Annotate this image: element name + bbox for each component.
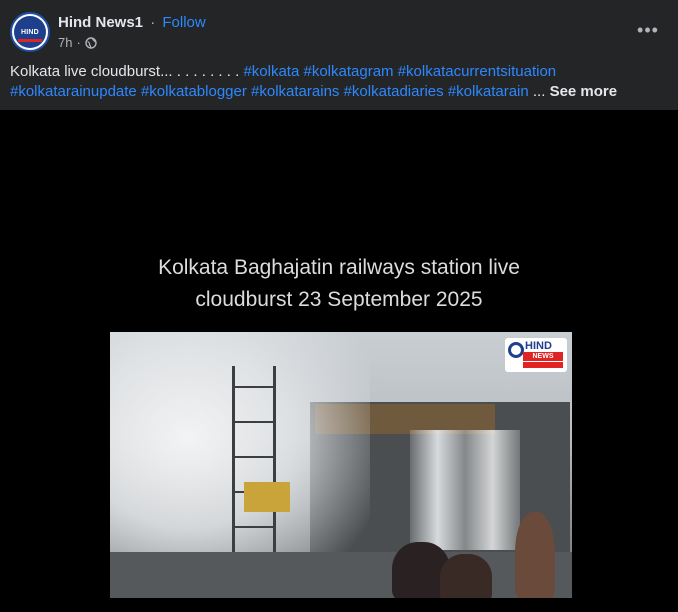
avatar-logo-stripe: [18, 39, 42, 42]
caption-text: Kolkata live cloudburst... . . . . . . .…: [10, 63, 244, 80]
video-scene-yellow-panel: [244, 482, 290, 512]
more-options-button[interactable]: •••: [634, 16, 662, 44]
watermark-stripe: [523, 362, 563, 368]
watermark-brand: HIND: [525, 340, 552, 352]
author-avatar[interactable]: HIND: [10, 12, 50, 52]
video-overlay-title: Kolkata Baghajatin railways station live…: [0, 252, 678, 316]
separator-dot: ·: [150, 14, 156, 31]
hashtag-link[interactable]: #kolkatarainupdate: [10, 83, 137, 100]
see-more-button[interactable]: See more: [550, 83, 618, 100]
avatar-logo: HIND: [14, 16, 46, 48]
globe-icon: [85, 36, 97, 49]
video-title-line-2: cloudburst 23 September 2025: [195, 288, 483, 311]
post-meta: 7h ·: [58, 35, 97, 50]
video-title-line-1: Kolkata Baghajatin railways station live: [158, 256, 520, 279]
video-frame[interactable]: HIND NEWS: [110, 332, 572, 598]
follow-button[interactable]: Follow: [162, 14, 205, 31]
ladder-rung: [235, 456, 273, 458]
video-scene-person: [440, 554, 492, 598]
hashtag-link[interactable]: #kolkatarains: [251, 83, 339, 100]
post-caption: Kolkata live cloudburst... . . . . . . .…: [10, 62, 670, 102]
caption-ellipsis: ...: [532, 83, 546, 100]
hashtag-link[interactable]: #kolkata: [243, 63, 299, 80]
hashtag-link[interactable]: #kolkatacurrentsituation: [398, 63, 556, 80]
ladder-rung: [235, 386, 273, 388]
video-scene-ladder: [232, 366, 276, 566]
ladder-rung: [235, 421, 273, 423]
hashtag-link[interactable]: #kolkatadiaries: [344, 83, 444, 100]
video-scene-ground: [110, 552, 572, 598]
video-scene-water: [410, 430, 520, 550]
video-player[interactable]: Kolkata Baghajatin railways station live…: [0, 110, 678, 612]
author-line: Hind News1 · Follow: [58, 14, 206, 31]
watermark-sub: NEWS: [523, 352, 563, 361]
separator-dot-meta: ·: [76, 35, 81, 50]
hashtag-link[interactable]: #kolkatablogger: [141, 83, 247, 100]
post-timestamp[interactable]: 7h: [58, 35, 72, 50]
watermark-circle: [508, 342, 524, 358]
hashtag-link[interactable]: #kolkatagram: [303, 63, 393, 80]
video-scene-person: [515, 512, 555, 598]
ladder-rung: [235, 526, 273, 528]
more-horizontal-icon: •••: [637, 20, 659, 40]
author-name-link[interactable]: Hind News1: [58, 14, 143, 31]
post-header: HIND Hind News1 · Follow 7h · •••: [0, 0, 678, 58]
channel-watermark-logo: HIND NEWS: [505, 338, 567, 372]
avatar-logo-text: HIND: [21, 28, 39, 36]
hashtag-link[interactable]: #kolkatarain: [448, 83, 529, 100]
